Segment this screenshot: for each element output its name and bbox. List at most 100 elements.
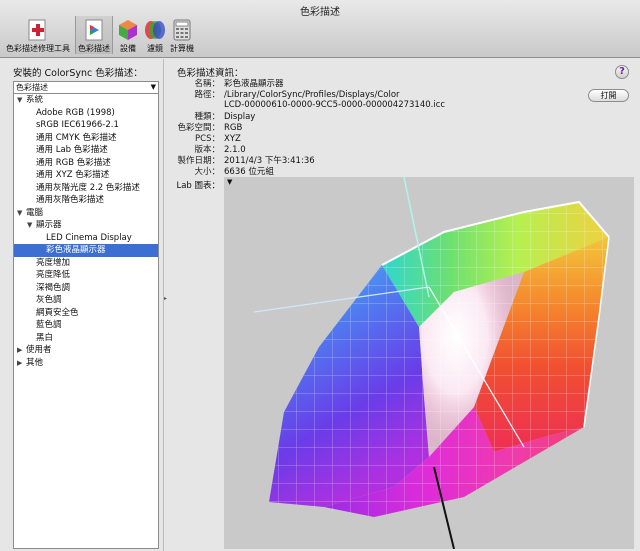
- tree-item[interactable]: 亮度增加: [14, 257, 158, 270]
- tree-item-label: 通用 Lab 色彩描述: [36, 145, 108, 155]
- info-value: 2011/4/3 下午3:41:36: [224, 156, 315, 166]
- tree-item-label: 通用灰階色彩描述: [36, 195, 105, 205]
- open-button[interactable]: 打開: [588, 89, 629, 102]
- info-key: PCS：: [195, 134, 220, 144]
- disclosure-closed-icon[interactable]: ▶: [17, 344, 26, 357]
- tree-item[interactable]: 深褐色調: [14, 282, 158, 295]
- profile-tree[interactable]: ▼ 系統 Adobe RGB (1998) sRGB IEC61966-2.1 通用 C…: [13, 94, 159, 549]
- info-value: XYZ: [224, 134, 241, 144]
- toolbar-calculator[interactable]: 計算機: [170, 16, 194, 54]
- info-key: 種類：: [194, 112, 220, 122]
- toolbar-profiles[interactable]: 色彩描述: [75, 16, 113, 54]
- tree-item-label: 彩色液晶顯示器: [46, 245, 106, 255]
- disclosure-open-icon[interactable]: ▼: [17, 94, 26, 107]
- tree-item[interactable]: 通用灰階色彩描述: [14, 194, 158, 207]
- tree-item[interactable]: 通用灰階光度 2.2 色彩描述: [14, 182, 158, 195]
- tree-item-label: 網頁安全色: [36, 307, 79, 318]
- info-value: LCD-00000610-0000-9CC5-0000-000004273140…: [224, 100, 446, 110]
- tree-item-label: sRGB IEC61966-2.1: [36, 120, 119, 130]
- tree-item-label: LED Cinema Display: [46, 232, 132, 243]
- lab-graph[interactable]: ▼: [224, 177, 634, 549]
- gamut-grid-overlay: [269, 202, 609, 517]
- tree-item-label: 顯示器: [36, 220, 62, 230]
- tree-item-label: 黑白: [36, 332, 54, 343]
- tree-item[interactable]: ▶ 其他: [14, 357, 158, 370]
- tree-item[interactable]: LED Cinema Display: [14, 232, 158, 245]
- tree-item-label: 藍色調: [36, 320, 62, 330]
- info-key: 版本：: [194, 145, 220, 155]
- tree-item[interactable]: 彩色液晶顯示器: [14, 244, 158, 257]
- tree-item-label: 亮度降低: [36, 270, 71, 280]
- tree-item[interactable]: ▼ 顯示器: [14, 219, 158, 232]
- tree-item[interactable]: sRGB IEC61966-2.1: [14, 119, 158, 132]
- titlebar: 色彩描述 色彩描述修理工具 色彩描述 設備 濾鏡 計算機: [0, 0, 640, 58]
- calculator-icon: [173, 19, 191, 41]
- tree-item-label: 電腦: [26, 207, 44, 218]
- tree-item[interactable]: 亮度降低: [14, 269, 158, 282]
- toolbar-first-aid[interactable]: 色彩描述修理工具: [4, 16, 72, 54]
- tree-item[interactable]: 黑白: [14, 332, 158, 345]
- info-value: RGB: [224, 123, 243, 133]
- info-key: 製作日期：: [177, 156, 220, 166]
- split-divider[interactable]: ▸: [163, 59, 169, 551]
- tree-item[interactable]: ▼ 電腦: [14, 207, 158, 220]
- tree-item[interactable]: Adobe RGB (1998): [14, 107, 158, 120]
- drag-handle-icon: ▸: [164, 295, 168, 302]
- tree-item[interactable]: 通用 RGB 色彩描述: [14, 157, 158, 170]
- tree-item-label: 通用 CMYK 色彩描述: [36, 132, 117, 143]
- tree-item[interactable]: 網頁安全色: [14, 307, 158, 320]
- profiles-pane: 安裝的 ColorSync 色彩描述： 色彩描述 ▼ ▼ 系統 Adobe RGB …: [0, 59, 163, 551]
- tree-item-label: 系統: [26, 95, 44, 105]
- info-key: 大小：: [194, 167, 220, 177]
- tree-item-label: 使用者: [26, 345, 52, 355]
- disclosure-open-icon[interactable]: ▼: [27, 219, 36, 232]
- toolbar-label: 濾鏡: [147, 44, 163, 53]
- info-value: 彩色液晶顯示器: [224, 79, 284, 89]
- profiles-icon: [85, 19, 103, 41]
- info-value: /Library/ColorSync/Profiles/Displays/Col…: [224, 90, 400, 100]
- colorsync-window: 色彩描述 色彩描述修理工具 色彩描述 設備 濾鏡 計算機 安裝的 ColorSy…: [0, 0, 640, 551]
- tree-item[interactable]: 通用 Lab 色彩描述: [14, 144, 158, 157]
- disclosure-open-icon[interactable]: ▼: [17, 207, 26, 220]
- tree-item-label: 深褐色調: [36, 282, 71, 293]
- toolbar-label: 色彩描述: [78, 44, 110, 53]
- info-key: 色彩空間：: [177, 123, 220, 133]
- tree-item[interactable]: 通用 CMYK 色彩描述: [14, 132, 158, 145]
- tree-item-label: 亮度增加: [36, 257, 71, 268]
- tree-item[interactable]: 灰色調: [14, 294, 158, 307]
- disclosure-closed-icon[interactable]: ▶: [17, 357, 26, 370]
- help-button[interactable]: ?: [615, 65, 629, 79]
- info-value: Display: [224, 112, 256, 122]
- toolbar-label: 計算機: [170, 44, 194, 53]
- installed-profiles-label: 安裝的 ColorSync 色彩描述：: [13, 68, 143, 79]
- tree-item-label: Adobe RGB (1998): [36, 107, 115, 118]
- profile-first-aid-icon: [28, 19, 46, 41]
- devices-icon: [119, 20, 137, 40]
- lab-gamut-plot: [253, 177, 610, 549]
- toolbar: 色彩描述修理工具 色彩描述 設備 濾鏡 計算機: [0, 16, 197, 56]
- info-value: 6636 位元組: [224, 167, 274, 177]
- tree-item-label: 其他: [26, 357, 44, 368]
- toolbar-label: 設備: [120, 44, 136, 53]
- chevron-down-icon: ▼: [150, 83, 156, 91]
- toolbar-devices[interactable]: 設備: [116, 16, 140, 54]
- dropdown-value: 色彩描述: [16, 83, 48, 92]
- info-key: 名稱：: [194, 79, 220, 89]
- toolbar-label: 色彩描述修理工具: [6, 44, 70, 53]
- lab-graph-label: Lab 圖表：: [176, 181, 220, 191]
- tree-item[interactable]: ▼ 系統: [14, 94, 158, 107]
- toolbar-filters[interactable]: 濾鏡: [143, 16, 167, 54]
- tree-item-label: 通用 RGB 色彩描述: [36, 157, 111, 168]
- tree-item-label: 通用 XYZ 色彩描述: [36, 170, 110, 180]
- tree-item[interactable]: 通用 XYZ 色彩描述: [14, 169, 158, 182]
- tree-item-label: 通用灰階光度 2.2 色彩描述: [36, 182, 140, 193]
- info-value: 2.1.0: [224, 145, 246, 155]
- profile-info-pane: 色彩描述資訊： ? 打開 名稱： 彩色液晶顯示器 路徑： /Library/Color…: [170, 59, 640, 551]
- filters-icon: [145, 21, 165, 39]
- tree-item[interactable]: ▶ 使用者: [14, 344, 158, 357]
- graph-menu-icon[interactable]: ▼: [227, 178, 232, 186]
- profile-filter-select[interactable]: 色彩描述 ▼: [13, 81, 159, 94]
- tree-item[interactable]: 藍色調: [14, 319, 158, 332]
- tree-item-label: 灰色調: [36, 295, 62, 305]
- profile-info-label: 色彩描述資訊：: [177, 68, 244, 79]
